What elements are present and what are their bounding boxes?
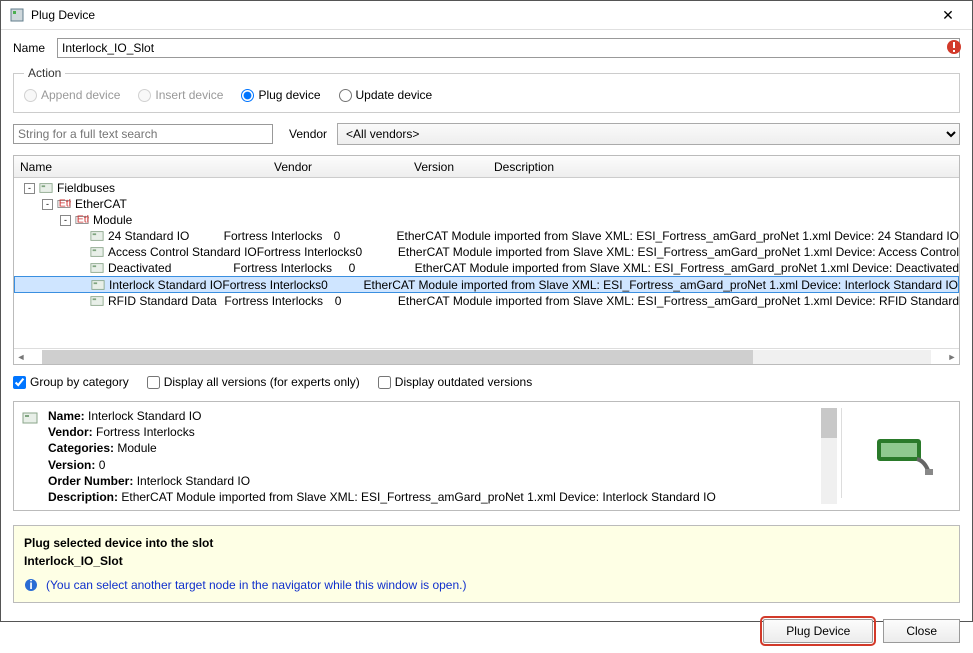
radio-insert: Insert device — [138, 88, 223, 102]
checks-row: Group by category Display all versions (… — [13, 375, 960, 389]
table-row[interactable]: Access Control Standard IOFortress Inter… — [14, 244, 959, 260]
radio-append: Append device — [24, 88, 120, 102]
svg-text:i: i — [29, 578, 32, 592]
collapse-icon[interactable]: - — [42, 199, 53, 210]
info-icon: i — [24, 578, 38, 592]
window-title: Plug Device — [31, 8, 928, 22]
table-row[interactable]: RFID Standard DataFortress Interlocks0Et… — [14, 293, 959, 309]
radio-plug[interactable]: Plug device — [241, 88, 320, 102]
tree-node-fieldbuses[interactable]: -Fieldbuses — [14, 180, 959, 196]
vendor-select[interactable]: <All vendors> — [337, 123, 960, 145]
search-input[interactable] — [13, 124, 273, 144]
hint-line1: Plug selected device into the slot — [24, 536, 213, 550]
search-row: Vendor <All vendors> — [13, 123, 960, 145]
grid-hscroll[interactable]: ◄ ► — [14, 348, 959, 364]
close-icon[interactable]: ✕ — [928, 1, 968, 29]
col-description[interactable]: Description — [494, 160, 959, 174]
hint-info-text: (You can select another target node in t… — [46, 576, 466, 594]
hint-line2: Interlock_IO_Slot — [24, 554, 123, 568]
device-icon — [22, 410, 38, 426]
warning-icon — [946, 39, 962, 55]
check-outdated[interactable]: Display outdated versions — [378, 375, 532, 389]
collapse-icon[interactable]: - — [60, 215, 71, 226]
device-image — [841, 408, 951, 498]
name-row: Name — [13, 38, 960, 58]
col-vendor[interactable]: Vendor — [274, 160, 414, 174]
grid-header: Name Vendor Version Description — [14, 156, 959, 178]
svg-text:Ether: Ether — [77, 214, 89, 226]
detail-vscroll[interactable] — [821, 408, 837, 504]
close-button[interactable]: Close — [883, 619, 960, 643]
col-name[interactable]: Name — [14, 160, 274, 174]
table-row[interactable]: 24 Standard IOFortress Interlocks0EtherC… — [14, 228, 959, 244]
detail-box: Name: Interlock Standard IO Vendor: Fort… — [13, 401, 960, 511]
check-group[interactable]: Group by category — [13, 375, 129, 389]
action-legend: Action — [24, 66, 65, 80]
tree-node-ethercat[interactable]: -EtherEtherCAT — [14, 196, 959, 212]
svg-text:Ether: Ether — [59, 198, 71, 210]
radio-update[interactable]: Update device — [339, 88, 433, 102]
scroll-left-icon[interactable]: ◄ — [14, 350, 28, 364]
scroll-right-icon[interactable]: ► — [945, 350, 959, 364]
device-grid: Name Vendor Version Description -Fieldbu… — [13, 155, 960, 365]
name-input[interactable] — [57, 38, 960, 58]
button-row: Plug Device Close — [13, 619, 960, 643]
name-label: Name — [13, 41, 47, 55]
titlebar: Plug Device ✕ — [1, 1, 972, 30]
detail-lines: Name: Interlock Standard IO Vendor: Fort… — [48, 408, 831, 504]
collapse-icon[interactable]: - — [24, 183, 35, 194]
check-allver[interactable]: Display all versions (for experts only) — [147, 375, 360, 389]
tree-node-module[interactable]: -EtherModule — [14, 212, 959, 228]
table-row[interactable]: Interlock Standard IOFortress Interlocks… — [14, 276, 959, 293]
plug-device-button[interactable]: Plug Device — [763, 619, 873, 643]
device-icon — [9, 7, 25, 23]
vendor-label: Vendor — [289, 127, 327, 141]
col-version[interactable]: Version — [414, 160, 494, 174]
table-row[interactable]: DeactivatedFortress Interlocks0EtherCAT … — [14, 260, 959, 276]
hint-box: Plug selected device into the slot Inter… — [13, 525, 960, 603]
action-group: Action Append device Insert device Plug … — [13, 66, 960, 113]
